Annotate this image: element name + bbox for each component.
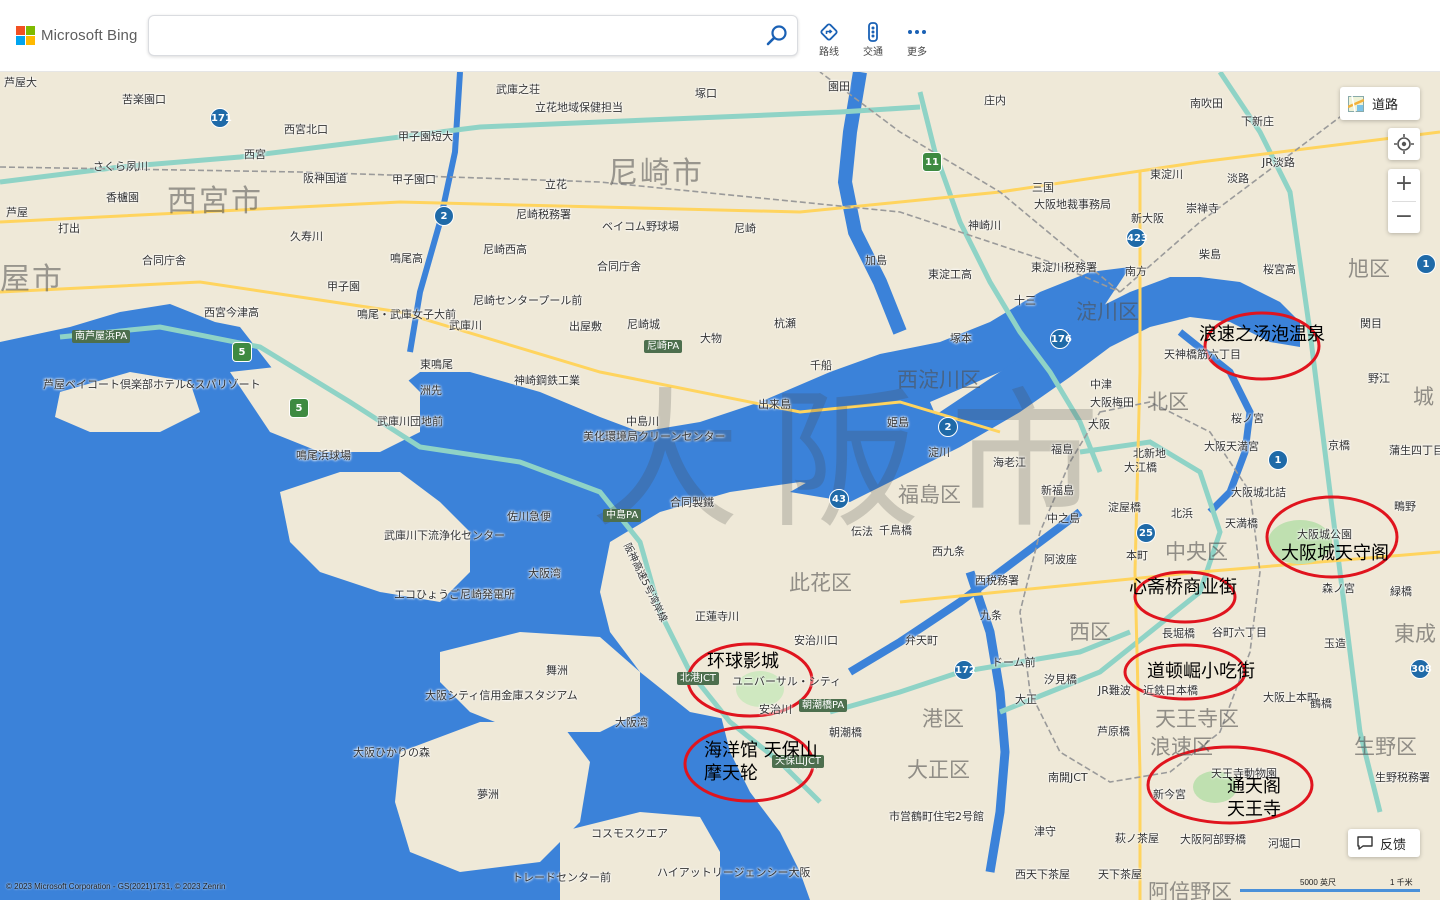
search-icon — [766, 25, 787, 46]
traffic-button[interactable]: 交通 — [853, 22, 893, 58]
road-map-icon — [1348, 95, 1364, 112]
traffic-icon — [868, 22, 878, 42]
zoom-controls: + − — [1388, 169, 1420, 233]
feedback-label: 反馈 — [1380, 837, 1407, 853]
map-basemap — [0, 72, 1440, 900]
scale-bar: 5000 英尺 1 千米 — [1240, 877, 1430, 893]
copyright-text: © 2023 Microsoft Corporation - GS(2021)1… — [6, 882, 226, 891]
directions-label: 路线 — [819, 47, 839, 58]
directions-icon — [820, 23, 838, 41]
locate-icon — [1394, 134, 1414, 154]
search-input[interactable] — [161, 24, 751, 48]
bing-logo[interactable]: Microsoft Bing — [16, 26, 137, 45]
traffic-label: 交通 — [863, 47, 883, 58]
scale-imperial-label: 5000 英尺 — [1300, 878, 1337, 887]
microsoft-logo-icon — [16, 26, 35, 45]
more-label: 更多 — [907, 47, 927, 58]
map-style-button[interactable]: 道路 — [1340, 87, 1420, 120]
zoom-out-button[interactable]: − — [1388, 202, 1420, 234]
feedback-icon — [1357, 836, 1373, 850]
brand-name: Microsoft Bing — [41, 27, 138, 44]
locate-me-button[interactable] — [1388, 128, 1420, 160]
more-button[interactable]: 更多 — [897, 22, 937, 58]
scale-metric-label: 1 千米 — [1390, 878, 1413, 887]
map-style-label: 道路 — [1372, 98, 1399, 113]
zoom-in-button[interactable]: + — [1388, 169, 1420, 201]
more-icon — [908, 30, 926, 34]
directions-button[interactable]: 路线 — [809, 22, 849, 58]
search-button[interactable] — [765, 24, 789, 48]
scale-bar-line — [1240, 889, 1420, 892]
search-box[interactable] — [148, 15, 798, 56]
tennoji-park — [1193, 771, 1237, 803]
usj-area — [736, 671, 784, 707]
feedback-button[interactable]: 反馈 — [1348, 829, 1420, 857]
map-canvas[interactable]: 大阪市 西宮市 尼崎市 屋市 淀川区 西淀川区 北区 旭区 城 福島区 中央区 … — [0, 72, 1440, 900]
top-bar: Microsoft Bing 路线 交通 更多 — [0, 0, 1440, 72]
